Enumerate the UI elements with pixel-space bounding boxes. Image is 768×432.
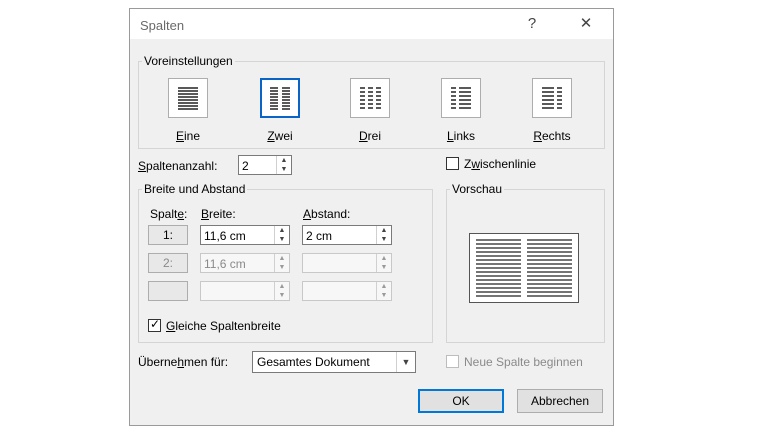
column-1-width-stepper[interactable]: 11,6 cm ▲ ▼: [200, 225, 290, 245]
preset-right-button[interactable]: [532, 78, 572, 118]
width-header: Breite:: [201, 207, 236, 221]
spin-up-icon[interactable]: ▲: [277, 156, 291, 165]
column-1-spacing-stepper[interactable]: 2 cm ▲ ▼: [302, 225, 392, 245]
checkmark-icon: ✓: [150, 317, 161, 331]
spin-up-icon: ▲: [278, 255, 286, 262]
spin-down-icon: ▼: [278, 264, 286, 271]
preview-columns-graphic: [476, 239, 572, 297]
column-count-stepper[interactable]: 2 ▲ ▼: [238, 155, 292, 175]
spin-up-icon: ▲: [380, 283, 388, 290]
presets-group-label: Voreinstellungen: [142, 54, 235, 68]
preview-page: [469, 233, 579, 303]
left-columns-icon: [451, 87, 471, 109]
ok-button[interactable]: OK: [418, 389, 504, 413]
column-number-3: [148, 281, 188, 301]
help-button[interactable]: ?: [518, 13, 546, 35]
spin-up-icon[interactable]: ▲: [377, 226, 391, 235]
three-columns-icon: [360, 87, 381, 109]
apply-to-value: Gesamtes Dokument: [257, 355, 370, 369]
preset-three-button[interactable]: [350, 78, 390, 118]
column-3-spacing-stepper: ▲ ▼: [302, 281, 392, 301]
column-3-width-stepper: ▲ ▼: [200, 281, 290, 301]
two-columns-icon: [270, 87, 290, 110]
equal-width-checkbox[interactable]: ✓: [148, 317, 161, 332]
cancel-button[interactable]: Abbrechen: [517, 389, 603, 413]
preset-left-label: Links: [446, 129, 476, 143]
column-2-width-stepper: 11,6 cm ▲ ▼: [200, 253, 290, 273]
spin-up-icon[interactable]: ▲: [275, 226, 289, 235]
line-between-checkbox[interactable]: [446, 157, 459, 170]
spin-down-icon[interactable]: ▼: [277, 165, 291, 174]
preset-one-label: Eine: [175, 129, 201, 143]
spin-down-icon[interactable]: ▼: [275, 235, 289, 244]
column-1-spacing-value: 2 cm: [306, 229, 333, 243]
column-2-width-value: 11,6 cm: [204, 257, 246, 271]
columns-dialog: Spalten ? ✕ Voreinstellungen Eine Zwei D…: [129, 8, 614, 426]
spin-down-icon: ▼: [278, 292, 286, 299]
new-column-label: Neue Spalte beginnen: [464, 355, 583, 369]
line-between-label: Zwischenlinie: [464, 157, 537, 171]
apply-to-select[interactable]: Gesamtes Dokument ▼: [252, 351, 416, 373]
column-number-2: 2:: [148, 253, 188, 273]
dialog-title: Spalten: [140, 18, 185, 33]
title-bar: Spalten ? ✕: [130, 9, 613, 39]
spin-up-icon: ▲: [278, 283, 286, 290]
spin-down-icon: ▼: [380, 264, 388, 271]
spin-up-icon: ▲: [380, 255, 388, 262]
equal-width-label: Gleiche Spaltenbreite: [166, 319, 281, 333]
column-1-width-value: 11,6 cm: [204, 229, 246, 243]
preset-two-label: Zwei: [267, 129, 293, 143]
column-2-spacing-stepper: ▲ ▼: [302, 253, 392, 273]
one-column-icon: [178, 87, 198, 110]
spin-down-icon: ▼: [380, 292, 388, 299]
preset-one-button[interactable]: [168, 78, 208, 118]
spin-down-icon[interactable]: ▼: [377, 235, 391, 244]
column-count-label: Spaltenanzahl:: [138, 159, 218, 173]
preset-right-label: Rechts: [533, 129, 571, 143]
column-count-value: 2: [242, 159, 249, 173]
chevron-down-icon[interactable]: ▼: [396, 352, 415, 372]
column-number-1: 1:: [148, 225, 188, 245]
preset-left-button[interactable]: [441, 78, 481, 118]
width-spacing-group-label: Breite und Abstand: [142, 182, 248, 196]
preset-three-label: Drei: [358, 129, 381, 143]
column-header: Spalte:: [150, 207, 188, 221]
close-button[interactable]: ✕: [572, 13, 600, 35]
spacing-header: Abstand:: [303, 207, 351, 221]
apply-to-label: Übernehmen für:: [138, 355, 229, 369]
preview-group-label: Vorschau: [450, 182, 505, 196]
right-columns-icon: [542, 87, 562, 109]
preset-two-button[interactable]: [260, 78, 300, 118]
new-column-checkbox: [446, 355, 459, 368]
